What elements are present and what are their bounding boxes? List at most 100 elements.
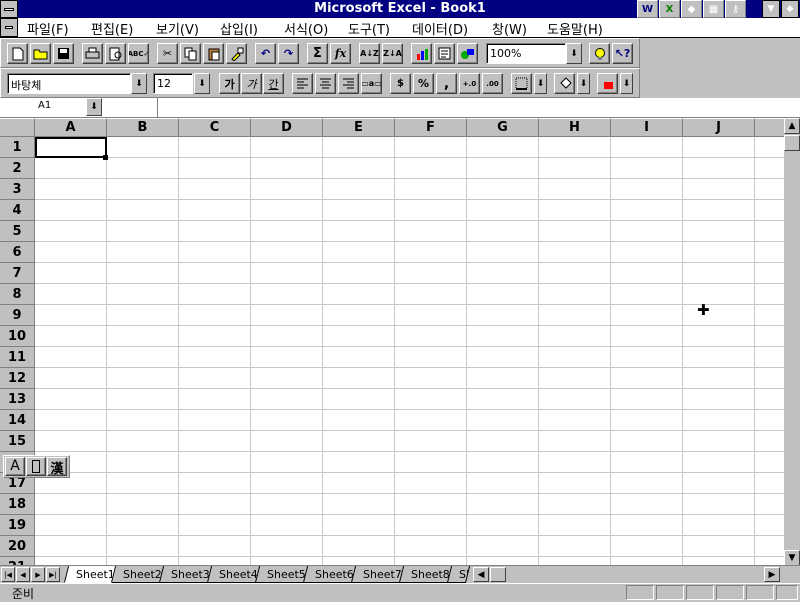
scroll-down-button[interactable]: ▼	[784, 550, 800, 566]
column-header-c[interactable]: C	[179, 118, 251, 137]
sort-descending-button[interactable]: Z↓A	[382, 43, 403, 64]
row-header-15[interactable]: 15	[0, 431, 35, 452]
name-box[interactable]: A1	[0, 98, 86, 117]
sheet-tab-8[interactable]: Sheet8	[399, 566, 453, 583]
sheet-tab-4[interactable]: Sheet4	[207, 566, 261, 583]
sheet-tab-1[interactable]: Sheet1	[63, 566, 117, 583]
powerpoint-app-icon[interactable]: ◆	[681, 0, 702, 18]
undo-button[interactable]: ↶	[255, 43, 276, 64]
copy-button[interactable]	[180, 43, 201, 64]
column-header-g[interactable]: G	[467, 118, 539, 137]
menu-help[interactable]: 도움말(H)	[547, 19, 603, 38]
formula-input[interactable]	[158, 98, 798, 117]
redo-button[interactable]: ↷	[278, 43, 299, 64]
row-header-8[interactable]: 8	[0, 284, 35, 305]
maximize-button[interactable]: ◆	[781, 0, 799, 18]
fill-color-button[interactable]	[554, 73, 575, 94]
name-box-dropdown-button[interactable]: ⬇	[86, 98, 102, 116]
schedule-app-icon[interactable]: ▦	[703, 0, 724, 18]
open-button[interactable]	[30, 43, 51, 64]
document-menu-button[interactable]	[0, 18, 18, 37]
row-header-12[interactable]: 12	[0, 368, 35, 389]
column-header-d[interactable]: D	[251, 118, 323, 137]
cut-button[interactable]: ✂	[157, 43, 178, 64]
first-sheet-button[interactable]: |◀	[1, 567, 15, 582]
sheet-tab-5[interactable]: Sheet5	[255, 566, 309, 583]
drawing-button[interactable]	[457, 43, 478, 64]
row-header-3[interactable]: 3	[0, 179, 35, 200]
autosum-button[interactable]: Σ	[307, 43, 328, 64]
scroll-left-button[interactable]: ◀	[473, 567, 489, 582]
underline-button[interactable]: 간	[263, 73, 284, 94]
ime-width-mode-button[interactable]	[26, 457, 46, 476]
row-header-18[interactable]: 18	[0, 494, 35, 515]
tip-wizard-button[interactable]	[589, 43, 610, 64]
align-center-button[interactable]	[315, 73, 336, 94]
sheet-tab-6[interactable]: Sheet6	[303, 566, 357, 583]
print-preview-button[interactable]	[105, 43, 126, 64]
menu-window[interactable]: 창(W)	[492, 19, 527, 38]
sheet-tab-3[interactable]: Sheet3	[159, 566, 213, 583]
menu-tools[interactable]: 도구(T)	[348, 19, 390, 38]
access-app-icon[interactable]: ⚷	[725, 0, 746, 18]
help-button[interactable]: ↖?	[612, 43, 633, 64]
column-header-f[interactable]: F	[395, 118, 467, 137]
row-header-1[interactable]: 1	[0, 137, 35, 158]
column-header-i[interactable]: I	[611, 118, 683, 137]
ime-english-mode-button[interactable]: A	[5, 457, 25, 476]
vertical-scroll-thumb[interactable]	[784, 135, 800, 151]
fill-handle[interactable]	[103, 155, 108, 160]
row-header-13[interactable]: 13	[0, 389, 35, 410]
scroll-right-button[interactable]: ▶	[764, 567, 780, 582]
function-wizard-button[interactable]: fx	[330, 43, 351, 64]
row-header-5[interactable]: 5	[0, 221, 35, 242]
zoom-dropdown-button[interactable]: ⬇	[566, 43, 582, 64]
text-box-button[interactable]	[434, 43, 455, 64]
print-button[interactable]	[82, 43, 103, 64]
font-name-dropdown-button[interactable]: ⬇	[131, 73, 147, 94]
paste-button[interactable]	[203, 43, 224, 64]
word-app-icon[interactable]: W	[637, 0, 658, 18]
new-button[interactable]	[7, 43, 28, 64]
row-header-10[interactable]: 10	[0, 326, 35, 347]
column-header-j[interactable]: J	[683, 118, 755, 137]
row-header-6[interactable]: 6	[0, 242, 35, 263]
last-sheet-button[interactable]: ▶|	[46, 567, 60, 582]
active-cell-a1[interactable]	[35, 137, 107, 158]
sheet-tab-2[interactable]: Sheet2	[111, 566, 165, 583]
align-left-button[interactable]	[292, 73, 313, 94]
center-across-columns-button[interactable]: ▭a▭	[361, 73, 382, 94]
ime-hanja-button[interactable]: 漢	[47, 457, 67, 477]
menu-data[interactable]: 데이터(D)	[412, 19, 468, 38]
sheet-tab-9[interactable]: Sh	[447, 566, 471, 583]
spelling-button[interactable]: ABC✓	[128, 43, 149, 64]
row-header-11[interactable]: 11	[0, 347, 35, 368]
chart-wizard-button[interactable]	[411, 43, 432, 64]
align-right-button[interactable]	[338, 73, 359, 94]
font-name-combo[interactable]: 바탕체	[7, 73, 131, 94]
increase-decimal-button[interactable]: +.0	[459, 73, 480, 94]
row-header-9[interactable]: 9	[0, 305, 35, 326]
font-size-dropdown-button[interactable]: ⬇	[194, 73, 210, 94]
next-sheet-button[interactable]: ▶	[31, 567, 45, 582]
minimize-button[interactable]: ▼	[762, 0, 780, 18]
italic-button[interactable]: 가	[241, 73, 262, 94]
vertical-scrollbar[interactable]: ▲ ▼	[784, 118, 800, 568]
currency-style-button[interactable]: $	[390, 73, 411, 94]
column-header-a[interactable]: A	[35, 118, 107, 137]
excel-app-icon[interactable]: X	[659, 0, 680, 18]
column-header-h[interactable]: H	[539, 118, 611, 137]
menu-format[interactable]: 서식(O)	[284, 19, 328, 38]
menu-view[interactable]: 보기(V)	[156, 19, 199, 38]
save-button[interactable]	[53, 43, 74, 64]
borders-button[interactable]	[511, 73, 532, 94]
sort-ascending-button[interactable]: A↓Z	[359, 43, 380, 64]
row-header-14[interactable]: 14	[0, 410, 35, 431]
horizontal-scrollbar[interactable]: ◀ ▶	[473, 566, 784, 583]
prev-sheet-button[interactable]: ◀	[16, 567, 30, 582]
row-header-21[interactable]: 21	[0, 557, 35, 565]
row-header-19[interactable]: 19	[0, 515, 35, 536]
font-color-dropdown-button[interactable]: ⬇	[620, 73, 633, 94]
font-size-combo[interactable]: 12	[153, 73, 193, 94]
zoom-combo[interactable]: 100%	[486, 43, 566, 64]
